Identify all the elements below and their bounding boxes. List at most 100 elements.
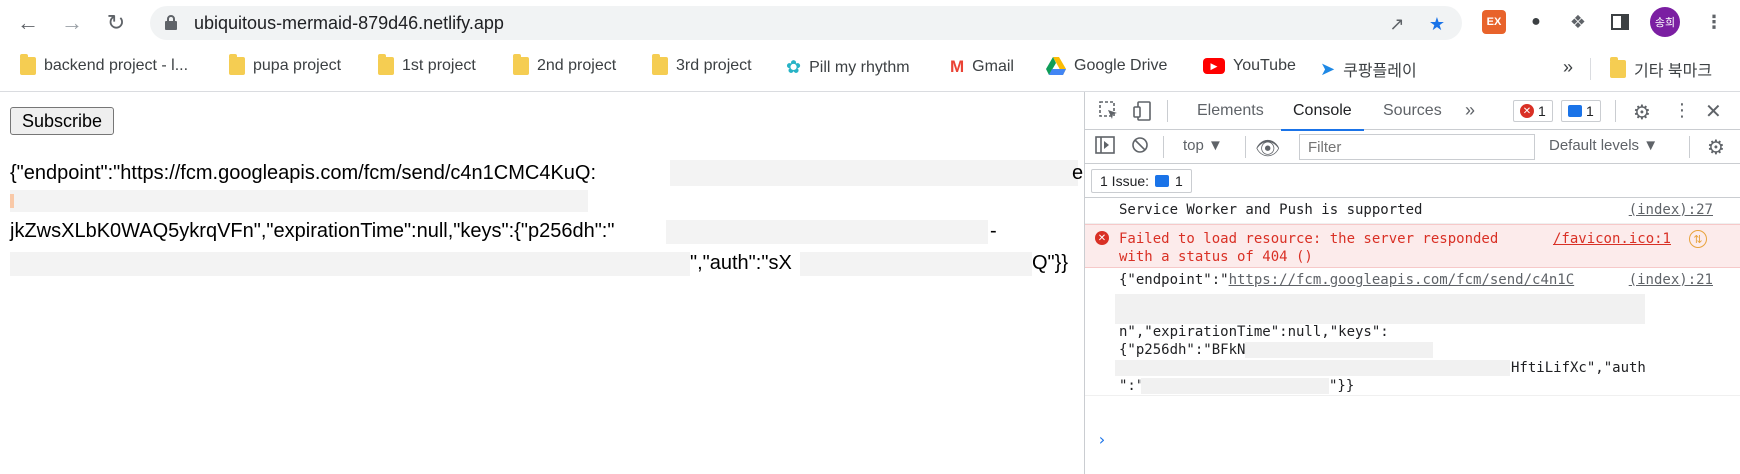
bookmark-star-icon[interactable]: ★ xyxy=(1426,13,1448,35)
redacted-block xyxy=(1115,360,1510,376)
tab-elements[interactable]: Elements xyxy=(1197,102,1264,120)
issues-count: 1 xyxy=(1175,173,1183,189)
menu-kebab-icon[interactable]: ⋮ xyxy=(1702,10,1726,34)
share-icon[interactable]: ↗ xyxy=(1386,13,1408,35)
devtools-menu-icon[interactable]: ⋮ xyxy=(1673,100,1691,121)
message-count: 1 xyxy=(1586,103,1594,119)
clear-console-icon[interactable] xyxy=(1131,136,1149,154)
json-line-1: {"endpoint":"https://fcm.googleapis.com/… xyxy=(1119,272,1574,288)
bookmark-item[interactable]: 3rd project xyxy=(652,54,752,75)
bookmark-label: 기타 북마크 xyxy=(1634,63,1713,80)
levels-label: Default levels xyxy=(1549,137,1640,154)
subscribe-button[interactable]: Subscribe xyxy=(10,107,114,135)
console-error-message: ✕ Failed to load resource: the server re… xyxy=(1085,224,1740,268)
issues-button[interactable]: 1 Issue: 1 xyxy=(1091,169,1192,193)
dropdown-arrow-icon: ▼ xyxy=(1643,137,1659,154)
bookmark-item[interactable]: backend project - l... xyxy=(20,54,189,75)
tab-console[interactable]: Console xyxy=(1281,102,1364,131)
extensions-puzzle-icon[interactable]: ❖ xyxy=(1566,10,1590,34)
profile-avatar[interactable]: 송희 xyxy=(1650,7,1680,37)
error-icon: ✕ xyxy=(1520,104,1534,118)
message-source-link[interactable]: (index):27 xyxy=(1629,202,1713,218)
context-selector[interactable]: top ▼ xyxy=(1183,137,1223,154)
subscription-json-line-1-end: e xyxy=(1072,162,1084,184)
endpoint-link[interactable]: https://fcm.googleapis.com/fcm/send/c4n1… xyxy=(1229,272,1575,288)
json-prefix: {"endpoint":" xyxy=(1119,272,1229,288)
bookmark-item[interactable]: pupa project xyxy=(229,54,342,75)
browser-toolbar: ← → ↻ ubiquitous-mermaid-879d46.netlify.… xyxy=(0,0,1740,46)
bookmarks-overflow-button[interactable]: » xyxy=(1563,57,1573,78)
folder-icon xyxy=(20,54,36,75)
folder-icon xyxy=(513,54,529,75)
message-source-link[interactable]: /favicon.ico:1 xyxy=(1553,231,1671,247)
console-toolbar: top ▼ 👁 Default levels ▼ ⚙ xyxy=(1085,130,1740,164)
forward-arrow-icon[interactable]: → xyxy=(58,9,86,37)
message-icon xyxy=(1568,105,1582,117)
bookmark-label: 1st project xyxy=(402,57,476,74)
bookmark-label: 쿠팡플레이 xyxy=(1343,63,1417,80)
overflow-label: » xyxy=(1563,57,1574,77)
extension-ex-icon[interactable]: EX xyxy=(1482,10,1506,34)
subscription-json-line-3: jkZwsXLbK0WAQ5ykrqVFn","expirationTime":… xyxy=(10,220,615,242)
drive-icon xyxy=(1046,57,1066,75)
mouse-extension-icon[interactable]: ● xyxy=(1524,10,1548,34)
bookmark-label: 3rd project xyxy=(676,57,752,74)
error-count: 1 xyxy=(1538,103,1546,119)
bookmark-label: pupa project xyxy=(253,57,342,74)
toolbar-divider xyxy=(1689,136,1690,158)
settings-gear-icon[interactable]: ⚙ xyxy=(1633,100,1651,125)
issues-bar: 1 Issue: 1 xyxy=(1085,164,1740,198)
inspect-element-icon[interactable] xyxy=(1099,101,1119,121)
bookmark-item[interactable]: M Gmail xyxy=(950,57,1014,77)
bookmark-label: backend project - l... xyxy=(44,57,189,74)
prompt-chevron-icon: › xyxy=(1097,430,1107,449)
console-settings-gear-icon[interactable]: ⚙ xyxy=(1707,135,1725,160)
bookmarks-bar: backend project - l... pupa project 1st … xyxy=(0,46,1740,92)
lock-icon xyxy=(165,15,177,30)
other-bookmarks[interactable]: 기타 북마크 xyxy=(1610,57,1712,81)
tab-divider xyxy=(1615,100,1616,122)
close-devtools-icon[interactable]: ✕ xyxy=(1705,99,1722,124)
json-line-5: HftiLifXc","auth xyxy=(1511,360,1646,376)
profile-initials: 송희 xyxy=(1654,17,1676,29)
bookmark-item[interactable]: ✿ Pill my rhythm xyxy=(786,57,910,78)
folder-icon xyxy=(229,54,245,75)
gmail-icon: M xyxy=(950,57,965,76)
bookmark-item[interactable]: ▶ YouTube xyxy=(1203,57,1296,75)
side-panel-icon[interactable] xyxy=(1608,10,1632,34)
subscription-json-line-4-end: Q"}} xyxy=(1032,252,1069,274)
console-messages: Service Worker and Push is supported (in… xyxy=(1085,198,1740,474)
error-count-badge[interactable]: ✕ 1 xyxy=(1513,100,1553,122)
issue-message-icon xyxy=(1155,175,1170,187)
address-bar[interactable]: ubiquitous-mermaid-879d46.netlify.app ↗ … xyxy=(150,6,1462,40)
folder-icon xyxy=(378,54,394,75)
youtube-icon: ▶ xyxy=(1203,58,1225,74)
context-label: top xyxy=(1183,137,1204,154)
live-expression-eye-icon[interactable]: 👁 xyxy=(1255,136,1280,161)
bookmark-label: Pill my rhythm xyxy=(809,58,910,76)
message-count-badge[interactable]: 1 xyxy=(1561,100,1601,122)
bookmark-item[interactable]: Google Drive xyxy=(1046,57,1167,75)
reload-icon[interactable]: ↻ xyxy=(102,9,130,37)
redacted-block xyxy=(10,190,588,212)
bookmarks-divider xyxy=(1590,58,1591,80)
back-arrow-icon[interactable]: ← xyxy=(14,9,42,37)
tab-sources[interactable]: Sources xyxy=(1383,102,1442,120)
device-toolbar-icon[interactable] xyxy=(1133,101,1153,121)
bookmark-item[interactable]: 2nd project xyxy=(513,54,616,75)
coupang-icon: ➤ xyxy=(1320,58,1336,79)
message-source-link[interactable]: (index):21 xyxy=(1629,272,1713,288)
bookmark-item[interactable]: ➤ 쿠팡플레이 xyxy=(1320,57,1417,81)
console-prompt[interactable]: › xyxy=(1097,430,1107,449)
sidebar-toggle-icon[interactable] xyxy=(1095,136,1115,154)
devtools-panel: Elements Console Sources » ✕ 1 1 ⚙ ⋮ ✕ to… xyxy=(1084,92,1740,474)
error-text-line2: with a status of 404 () xyxy=(1119,249,1313,265)
console-log-message: {"endpoint":"https://fcm.googleapis.com/… xyxy=(1085,268,1740,396)
more-tabs-icon[interactable]: » xyxy=(1465,100,1475,121)
redaction-mark xyxy=(10,194,14,208)
log-levels-dropdown[interactable]: Default levels ▼ xyxy=(1549,137,1658,154)
bookmark-item[interactable]: 1st project xyxy=(378,54,476,75)
network-request-icon[interactable]: ⇅ xyxy=(1689,230,1707,248)
bookmark-label: YouTube xyxy=(1233,57,1296,74)
console-filter-input[interactable] xyxy=(1299,134,1535,160)
